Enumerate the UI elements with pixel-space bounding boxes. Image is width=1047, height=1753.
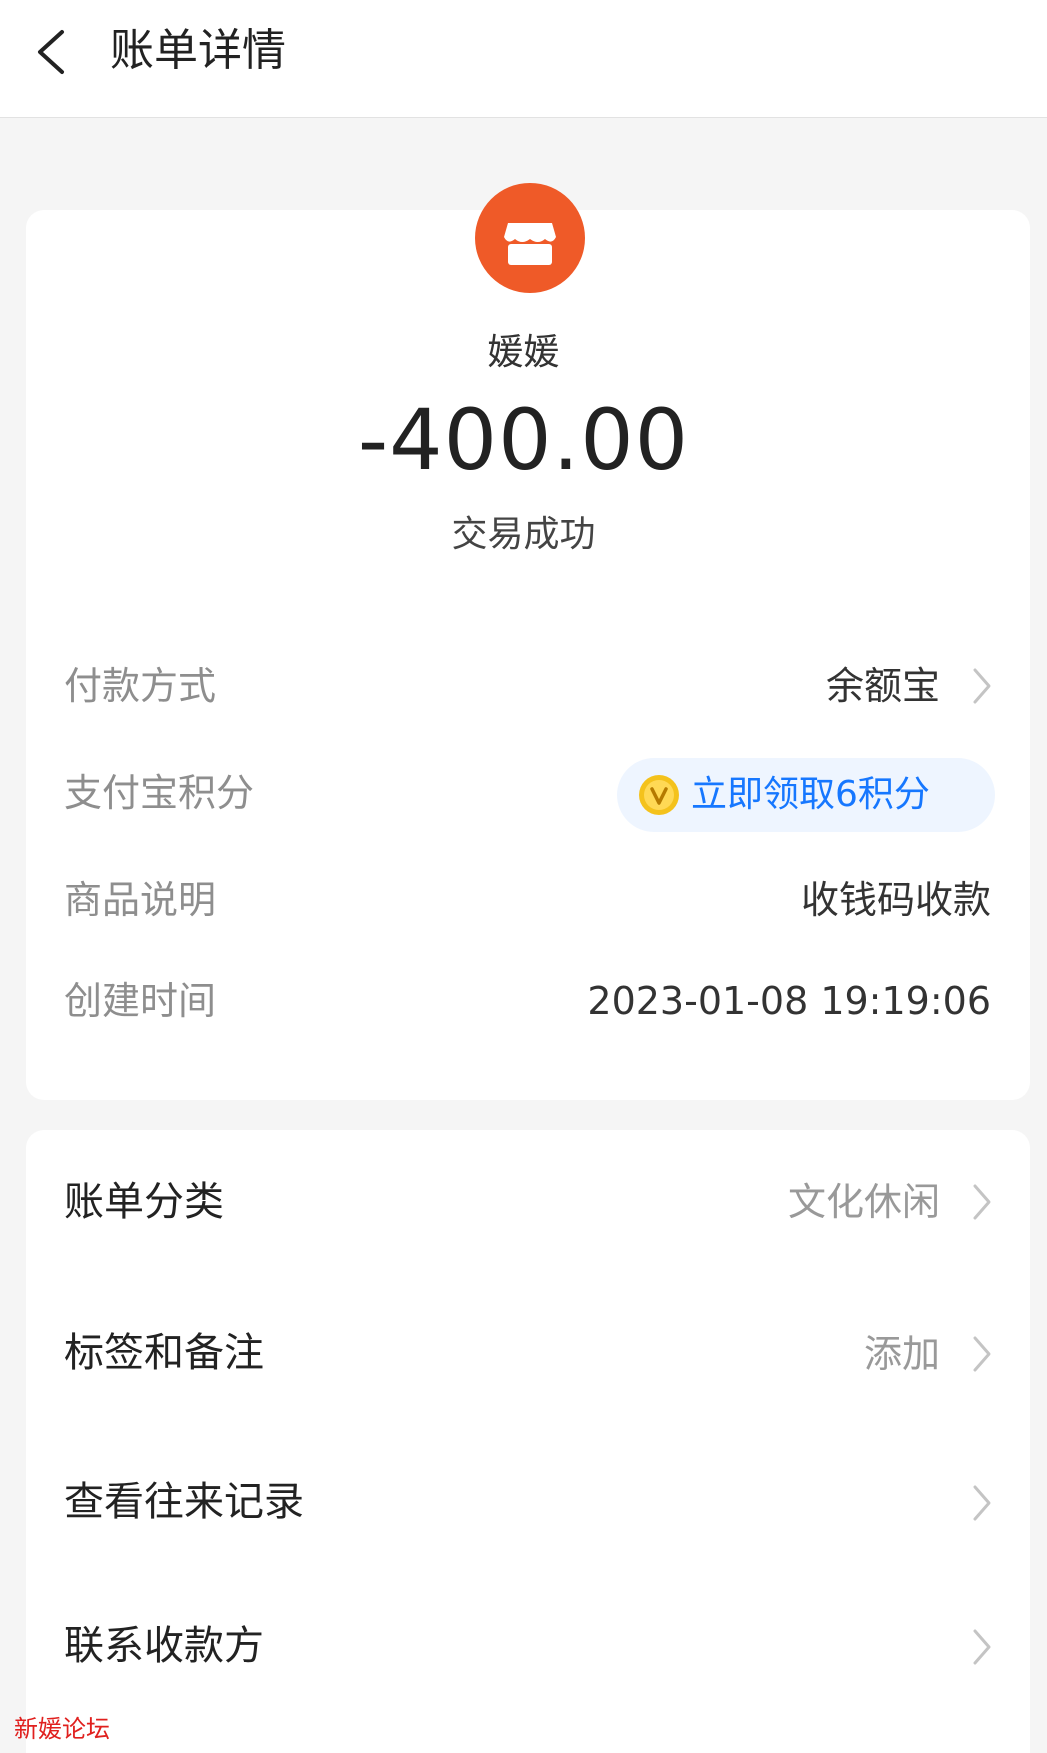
product-description-label: 商品说明: [64, 878, 217, 922]
watermark-text: 新媛论坛: [14, 1715, 110, 1743]
bill-category-value[interactable]: 文化休闲: [788, 1174, 940, 1230]
coin-icon: [639, 775, 679, 815]
creation-time-label: 创建时间: [64, 979, 217, 1023]
back-arrow-icon[interactable]: [28, 24, 76, 80]
alipay-points-label: 支付宝积分: [64, 771, 255, 815]
tags-notes-add[interactable]: 添加: [864, 1326, 940, 1382]
tags-notes-label[interactable]: 标签和备注: [64, 1324, 264, 1382]
product-description-value: 收钱码收款: [800, 878, 991, 922]
chevron-right-icon[interactable]: [967, 1481, 995, 1525]
merchant-name: 媛媛: [487, 332, 560, 373]
top-bar: 账单详情: [0, 0, 1047, 118]
contact-payee-label[interactable]: 联系收款方: [64, 1617, 264, 1675]
store-icon: [504, 223, 556, 265]
bill-category-label[interactable]: 账单分类: [64, 1173, 224, 1231]
claim-points-text: 立即领取6积分: [691, 774, 930, 815]
view-history-label[interactable]: 查看往来记录: [64, 1473, 304, 1531]
transaction-status: 交易成功: [451, 514, 596, 555]
transaction-amount: -400.00: [357, 391, 690, 489]
creation-time-value: 2023-01-08 19:19:06: [587, 979, 991, 1023]
chevron-right-icon[interactable]: [967, 1625, 995, 1669]
merchant-avatar: [475, 183, 585, 293]
chevron-right-icon[interactable]: [967, 664, 995, 708]
chevron-right-icon[interactable]: [967, 1332, 995, 1376]
chevron-right-icon[interactable]: [967, 1180, 995, 1224]
page-title: 账单详情: [110, 25, 286, 76]
claim-points-button[interactable]: 立即领取6积分: [617, 758, 995, 832]
payment-method-label: 付款方式: [64, 664, 217, 708]
payment-method-value[interactable]: 余额宝: [826, 658, 940, 714]
